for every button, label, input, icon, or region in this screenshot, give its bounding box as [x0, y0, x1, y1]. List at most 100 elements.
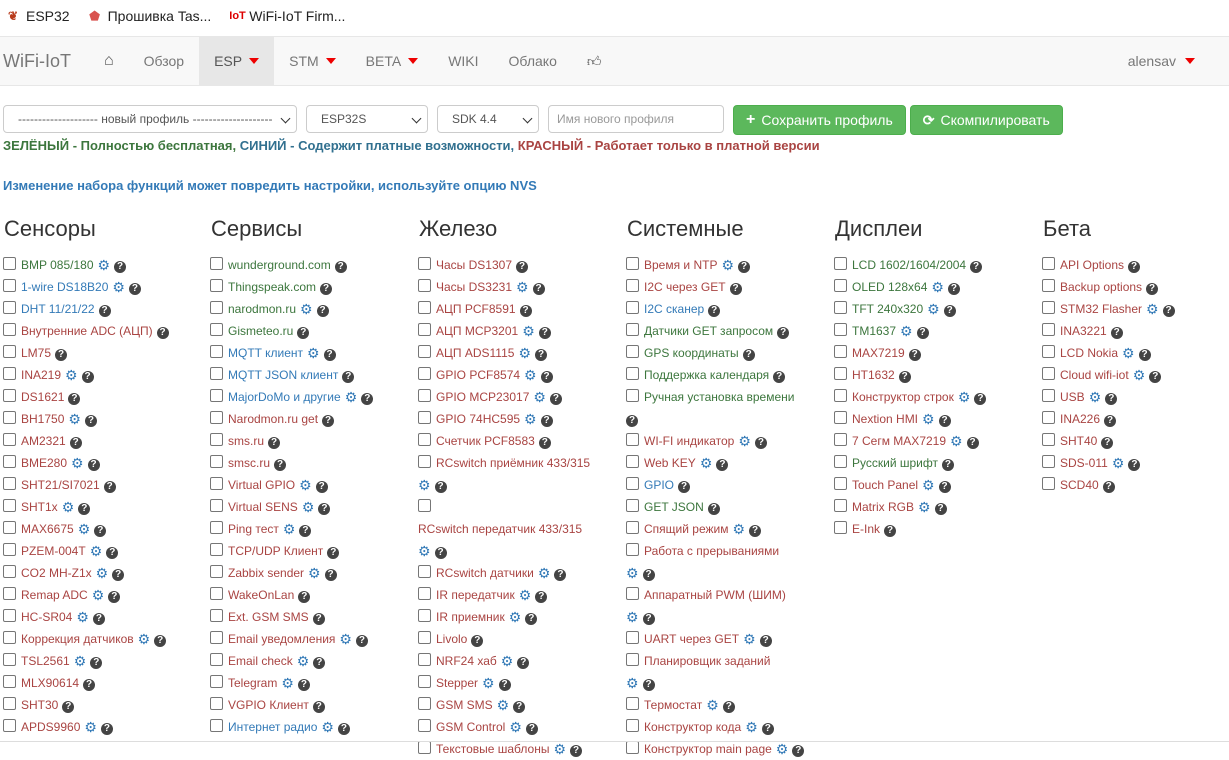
- feature-label[interactable]: SDS-011: [1060, 456, 1108, 470]
- gear-icon[interactable]: ⚙: [307, 342, 320, 364]
- feature-label[interactable]: Touch Panel: [852, 478, 918, 492]
- feature-checkbox[interactable]: [3, 257, 16, 270]
- brand-logo[interactable]: WiFi-IoT: [0, 51, 89, 72]
- gear-icon[interactable]: ⚙: [62, 496, 75, 518]
- feature-label[interactable]: IR приемник: [436, 610, 505, 624]
- feature-checkbox[interactable]: [834, 411, 847, 424]
- feature-label[interactable]: GPIO: [644, 478, 674, 492]
- feature-label[interactable]: E-Ink: [852, 522, 880, 536]
- help-icon[interactable]: ?: [974, 393, 987, 405]
- feature-checkbox[interactable]: [1042, 367, 1055, 380]
- feature-checkbox[interactable]: [834, 301, 847, 314]
- gear-icon[interactable]: ⚙: [922, 474, 935, 496]
- help-icon[interactable]: ?: [84, 415, 97, 427]
- gear-icon[interactable]: ⚙: [98, 254, 111, 276]
- feature-label[interactable]: I2C сканер: [644, 302, 704, 316]
- help-icon[interactable]: ?: [678, 481, 691, 493]
- help-icon[interactable]: ?: [532, 283, 545, 295]
- help-icon[interactable]: ?: [313, 657, 326, 669]
- feature-label[interactable]: WI-FI индикатор: [644, 434, 734, 448]
- help-icon[interactable]: ?: [471, 635, 484, 647]
- help-icon[interactable]: ?: [114, 261, 127, 273]
- feature-checkbox[interactable]: [3, 719, 16, 732]
- feature-checkbox[interactable]: [3, 587, 16, 600]
- help-icon[interactable]: ?: [68, 393, 81, 405]
- feature-checkbox[interactable]: [834, 345, 847, 358]
- help-icon[interactable]: ?: [334, 261, 347, 273]
- feature-checkbox[interactable]: [418, 257, 431, 270]
- feature-label[interactable]: MAX6675: [21, 522, 74, 536]
- help-icon[interactable]: ?: [729, 283, 742, 295]
- gear-icon[interactable]: ⚙: [931, 276, 944, 298]
- feature-checkbox[interactable]: [834, 477, 847, 490]
- feature-label[interactable]: 1-wire DS18B20: [21, 280, 108, 294]
- help-icon[interactable]: ?: [943, 305, 956, 317]
- help-icon[interactable]: ?: [970, 261, 983, 273]
- feature-checkbox[interactable]: [210, 565, 223, 578]
- feature-checkbox[interactable]: [3, 653, 16, 666]
- help-icon[interactable]: ?: [761, 723, 774, 735]
- nav-stm[interactable]: STM: [274, 37, 351, 85]
- gear-icon[interactable]: ⚙: [418, 540, 431, 562]
- help-icon[interactable]: ?: [742, 349, 755, 361]
- feature-checkbox[interactable]: [418, 741, 431, 754]
- feature-label[interactable]: GSM SMS: [436, 698, 493, 712]
- help-icon[interactable]: ?: [516, 261, 528, 273]
- help-icon[interactable]: ?: [777, 327, 790, 339]
- feature-label[interactable]: Thingspeak.com: [228, 280, 316, 294]
- feature-checkbox[interactable]: [626, 279, 639, 292]
- feature-label[interactable]: АЦП MCP3201: [436, 324, 518, 338]
- help-icon[interactable]: ?: [642, 613, 655, 625]
- feature-label[interactable]: Nextion HMI: [852, 412, 918, 426]
- help-icon[interactable]: ?: [941, 459, 954, 471]
- gear-icon[interactable]: ⚙: [281, 672, 294, 694]
- feature-checkbox[interactable]: [3, 499, 16, 512]
- help-icon[interactable]: ?: [519, 305, 532, 317]
- gear-icon[interactable]: ⚙: [308, 562, 321, 584]
- feature-label[interactable]: Текстовые шаблоны: [436, 742, 549, 756]
- help-icon[interactable]: ?: [707, 503, 720, 515]
- gear-icon[interactable]: ⚙: [68, 408, 81, 430]
- gear-icon[interactable]: ⚙: [300, 298, 313, 320]
- feature-checkbox[interactable]: [626, 477, 639, 490]
- gear-icon[interactable]: ⚙: [900, 320, 913, 342]
- bookmark-tasmota[interactable]: ⬟ Прошивка Tas...: [88, 8, 211, 24]
- feature-label[interactable]: АЦП PCF8591: [436, 302, 516, 316]
- help-icon[interactable]: ?: [55, 349, 68, 361]
- help-icon[interactable]: ?: [535, 591, 548, 603]
- help-icon[interactable]: ?: [316, 305, 329, 317]
- profile-select[interactable]: -------------------- новый профиль -----…: [3, 105, 297, 133]
- feature-checkbox[interactable]: [3, 389, 16, 402]
- feature-checkbox[interactable]: [418, 609, 431, 622]
- feature-checkbox[interactable]: [626, 521, 639, 534]
- feature-checkbox[interactable]: [418, 675, 431, 688]
- gear-icon[interactable]: ⚙: [522, 320, 535, 342]
- feature-label[interactable]: DHT 11/21/22: [21, 302, 95, 316]
- gear-icon[interactable]: ⚙: [626, 672, 639, 694]
- feature-label[interactable]: SHT30: [21, 698, 58, 712]
- feature-checkbox[interactable]: [834, 521, 847, 534]
- feature-label[interactable]: LCD 1602/1604/2004: [852, 258, 966, 272]
- feature-checkbox[interactable]: [1042, 257, 1055, 270]
- feature-checkbox[interactable]: [418, 455, 431, 468]
- feature-checkbox[interactable]: [626, 587, 639, 600]
- gear-icon[interactable]: ⚙: [524, 408, 537, 430]
- feature-label[interactable]: MajorDoMo и другие: [228, 390, 341, 404]
- help-icon[interactable]: ?: [355, 635, 368, 647]
- feature-checkbox[interactable]: [834, 433, 847, 446]
- help-icon[interactable]: ?: [535, 349, 547, 361]
- gear-icon[interactable]: ⚙: [509, 606, 522, 628]
- feature-checkbox[interactable]: [210, 279, 223, 292]
- feature-label[interactable]: sms.ru: [228, 434, 264, 448]
- feature-checkbox[interactable]: [626, 323, 639, 336]
- help-icon[interactable]: ?: [759, 635, 772, 647]
- help-icon[interactable]: ?: [1128, 261, 1141, 273]
- help-icon[interactable]: ?: [538, 437, 551, 449]
- feature-checkbox[interactable]: [418, 697, 431, 710]
- feature-label[interactable]: Работа с прерываниями: [644, 544, 779, 558]
- gear-icon[interactable]: ⚙: [299, 474, 312, 496]
- feature-label[interactable]: АЦП ADS1115: [436, 346, 514, 360]
- nav-overview[interactable]: Обзор: [129, 37, 199, 85]
- feature-label[interactable]: Планировщик заданий: [644, 654, 770, 668]
- help-icon[interactable]: ?: [773, 371, 786, 383]
